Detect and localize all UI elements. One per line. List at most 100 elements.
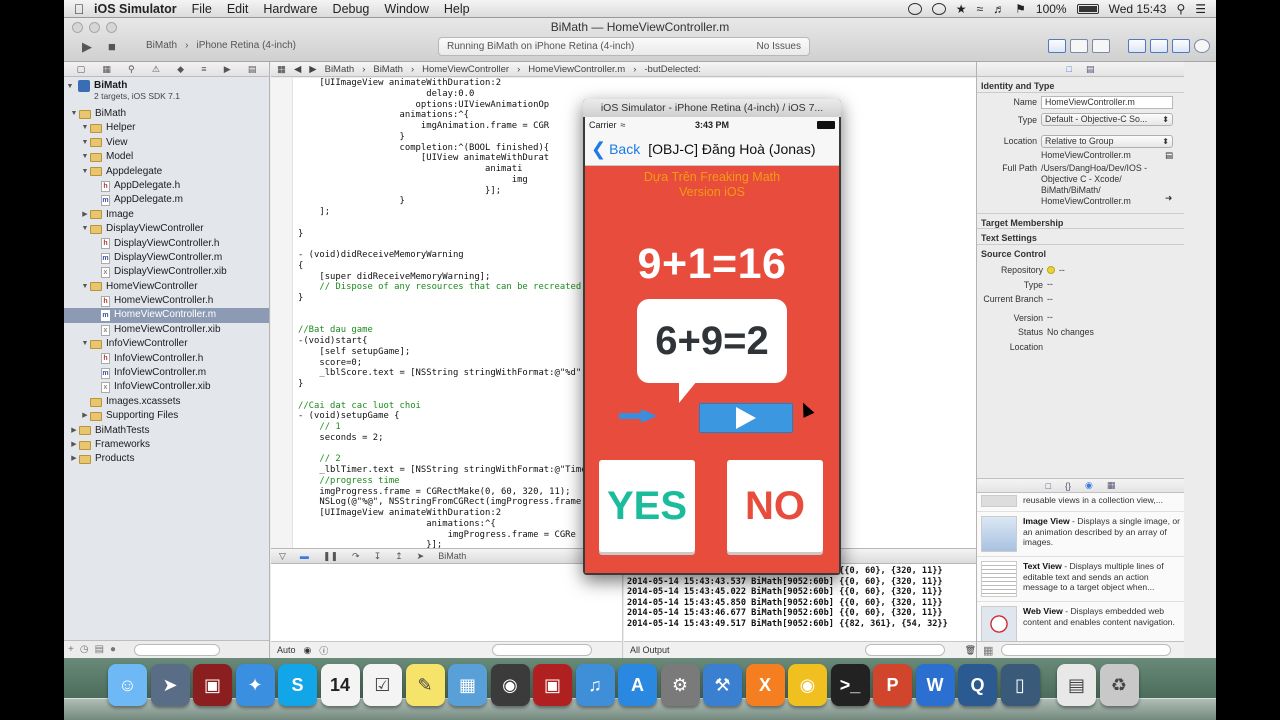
menu-clock[interactable]: Wed 15:43 xyxy=(1109,2,1167,16)
code-line[interactable]: ]; xyxy=(298,207,587,218)
library-item-image-view[interactable]: Image View - Displays a single image, or… xyxy=(977,512,1184,557)
code-line[interactable]: imgAnimation.frame = CGR xyxy=(298,121,587,132)
file-inspector-tab-icon[interactable]: □ xyxy=(1067,64,1072,74)
code-line[interactable]: } xyxy=(298,379,587,390)
file-template-library-tab-icon[interactable]: □ xyxy=(1046,481,1051,491)
eye-icon[interactable]: ◉ xyxy=(304,645,312,656)
media-library-tab-icon[interactable]: ▦ xyxy=(1107,480,1116,491)
code-line[interactable] xyxy=(298,390,587,401)
finder-icon[interactable]: ☺ xyxy=(108,664,147,706)
code-line[interactable]: animati xyxy=(298,164,587,175)
pause-icon[interactable]: ❚❚ xyxy=(323,551,338,562)
console-line[interactable]: 2014-05-14 15:43:43.537 BiMath[9052:60b]… xyxy=(627,577,976,588)
step-into-icon[interactable]: ↧ xyxy=(374,551,382,562)
console-line[interactable]: 2014-05-14 15:43:45.850 BiMath[9052:60b]… xyxy=(627,598,976,609)
step-over-icon[interactable]: ↷ xyxy=(352,551,360,562)
code-line[interactable]: - (void)setupGame { xyxy=(298,411,587,422)
disclosure-triangle-icon[interactable]: ▼ xyxy=(64,80,74,94)
source-control-filter-icon[interactable]: ▤ xyxy=(95,644,104,655)
file-tree-item[interactable]: ▶ Products xyxy=(64,452,269,466)
code-line[interactable] xyxy=(298,304,587,315)
variables-filter-field[interactable] xyxy=(492,644,592,656)
file-tree-item[interactable]: ▼ BiMath xyxy=(64,107,269,121)
file-tree-item[interactable]: m HomeViewController.m xyxy=(64,308,269,323)
code-line[interactable]: } xyxy=(298,132,587,143)
code-line[interactable]: [super didReceiveMemoryWarning]; xyxy=(298,272,587,283)
file-tree-item[interactable]: ▼ InfoViewController xyxy=(64,337,269,351)
chrome-icon[interactable]: ◉ xyxy=(788,664,827,706)
code-text[interactable]: [UIImageView animateWithDuration:2 delay… xyxy=(298,78,587,548)
symbol-navigator-tab-icon[interactable]: ▦ xyxy=(102,64,111,75)
object-library-tab-icon[interactable]: ◉ xyxy=(1085,480,1093,491)
code-line[interactable] xyxy=(298,315,587,326)
log-navigator-tab-icon[interactable]: ▤ xyxy=(248,64,257,75)
simulator-icon[interactable]: ▯ xyxy=(1000,664,1040,706)
reminders-icon[interactable]: ☑ xyxy=(363,664,402,706)
file-tree-item[interactable]: ▼ Model xyxy=(64,150,269,164)
file-tree-item[interactable]: m DisplayViewController.m xyxy=(64,251,269,265)
disclosure-triangle-icon[interactable]: ▶ xyxy=(69,438,79,452)
file-tree-item[interactable]: ▼ View xyxy=(64,136,269,150)
file-tree-item[interactable]: ▶ Image xyxy=(64,208,269,222)
file-type-popup[interactable]: Default - Objective-C So... xyxy=(1041,113,1173,127)
code-line[interactable]: } xyxy=(298,229,587,240)
file-tree-item[interactable]: x DisplayViewController.xib xyxy=(64,265,269,279)
code-snippet-library-tab-icon[interactable]: {} xyxy=(1065,481,1071,491)
code-line[interactable]: // Dispose of any resources that can be … xyxy=(298,282,586,293)
code-line[interactable]: score=0; xyxy=(298,358,587,369)
launchpad-icon[interactable]: ➤ xyxy=(150,664,190,706)
facetime-icon[interactable]: ◉ xyxy=(490,664,530,706)
file-tree-item[interactable]: h DisplayViewController.h xyxy=(64,237,269,251)
disclosure-triangle-icon[interactable]: ▼ xyxy=(80,280,90,294)
file-tree-item[interactable]: x InfoViewController.xib xyxy=(64,380,269,394)
reveal-in-finder-icon[interactable]: ➜ xyxy=(1165,193,1172,204)
file-tree-item[interactable]: h InfoViewController.h xyxy=(64,352,269,366)
toggle-utilities-button[interactable] xyxy=(1172,39,1190,53)
stop-icon[interactable]: ■ xyxy=(108,39,116,54)
editor-gutter[interactable] xyxy=(271,78,293,548)
navigator-filter-field[interactable] xyxy=(134,643,221,656)
record-icon[interactable] xyxy=(907,2,922,15)
menu-help[interactable]: Help xyxy=(444,2,470,16)
code-line[interactable] xyxy=(298,444,587,455)
file-tree-item[interactable]: ▼ Appdelegate xyxy=(64,165,269,179)
file-tree-item[interactable]: m InfoViewController.m xyxy=(64,366,269,380)
disclosure-triangle-icon[interactable]: ▼ xyxy=(80,121,90,135)
add-file-icon[interactable]: + xyxy=(68,644,74,655)
console-output-popup[interactable]: All Output xyxy=(630,645,670,655)
back-history-icon[interactable]: ◀ xyxy=(294,64,301,75)
trash-icon[interactable]: ♻ xyxy=(1099,664,1139,706)
sync-icon[interactable] xyxy=(931,2,946,15)
code-line[interactable]: img xyxy=(298,175,587,186)
yes-button[interactable]: YES xyxy=(599,460,695,552)
code-line[interactable]: //progress time xyxy=(298,476,587,487)
code-line[interactable]: _lblTimer.text = [NSString stringWithFor… xyxy=(298,465,586,476)
code-line[interactable]: //Cai dat cac luot choi xyxy=(298,401,587,412)
code-line[interactable] xyxy=(298,218,587,229)
powerpoint-icon[interactable]: P xyxy=(873,664,912,706)
related-items-icon[interactable]: ▦ xyxy=(277,64,286,75)
identity-type-header[interactable]: Identity and Type xyxy=(977,77,1184,93)
project-root[interactable]: ▼ BiMath 2 targets, iOS SDK 7.1 xyxy=(64,79,269,107)
disclosure-triangle-icon[interactable]: ▶ xyxy=(69,452,79,466)
file-tree-item[interactable]: ▼ Helper xyxy=(64,121,269,135)
code-line[interactable]: // 1 xyxy=(298,422,587,433)
system-preferences-icon[interactable]: ⚙ xyxy=(660,664,700,706)
file-tree-item[interactable]: Images.xcassets xyxy=(64,395,269,409)
breakpoints-toggle-icon[interactable]: ▬ xyxy=(300,551,309,561)
jump-crumb-folder[interactable]: HomeViewController xyxy=(422,64,509,75)
target-membership-header[interactable]: Target Membership xyxy=(977,213,1184,229)
disclosure-triangle-icon[interactable]: ▼ xyxy=(80,165,90,179)
quicktime-icon[interactable]: Q xyxy=(958,664,997,706)
standard-editor-button[interactable] xyxy=(1048,39,1066,53)
menu-window[interactable]: Window xyxy=(384,2,428,16)
version-editor-button[interactable] xyxy=(1092,39,1110,53)
console-line[interactable]: 2014-05-14 15:43:46.677 BiMath[9052:60b]… xyxy=(627,608,976,619)
back-button[interactable]: ❮ Back xyxy=(591,140,640,158)
battery-percent[interactable]: 100% xyxy=(1036,2,1067,16)
no-button[interactable]: NO xyxy=(727,460,823,552)
apple-menu-icon[interactable]:  xyxy=(64,1,94,17)
code-line[interactable]: NSLog(@"%@", NSStringFromCGRect(imgProgr… xyxy=(298,497,586,508)
library-item-web-view[interactable]: Web View - Displays embedded web content… xyxy=(977,602,1184,643)
code-line[interactable]: imgProgress.frame = CGRe xyxy=(298,530,587,541)
